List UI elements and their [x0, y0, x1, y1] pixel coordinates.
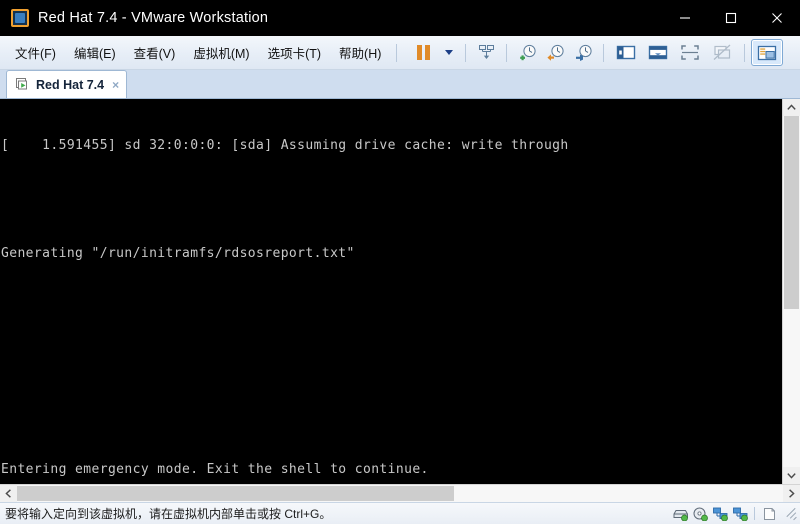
vm-running-icon	[15, 77, 30, 92]
unity-mode-button[interactable]	[706, 39, 738, 66]
hard-disk-icon	[673, 509, 688, 521]
minimize-button[interactable]	[662, 0, 708, 36]
menu-tabs[interactable]: 选项卡(T)	[259, 39, 330, 66]
suspend-button[interactable]	[407, 39, 439, 66]
maximize-button[interactable]	[708, 0, 754, 36]
menu-edit[interactable]: 编辑(E)	[65, 39, 125, 66]
close-button[interactable]	[754, 0, 800, 36]
send-ctrl-alt-del-button[interactable]	[472, 39, 500, 66]
snapshot-manager-icon	[575, 44, 592, 61]
status-message: 要将输入定向到该虚拟机，请在虚拟机内部单击或按 Ctrl+G。	[5, 507, 332, 521]
send-keys-icon	[478, 45, 494, 59]
vertical-scrollbar[interactable]	[782, 99, 800, 484]
minimize-icon	[680, 17, 690, 19]
show-thumbnails-button[interactable]	[642, 39, 674, 66]
scroll-up-button[interactable]	[783, 99, 800, 116]
menu-help[interactable]: 帮助(H)	[330, 39, 390, 66]
snapshot-manager-button[interactable]	[569, 39, 597, 66]
menu-vm[interactable]: 虚拟机(M)	[184, 39, 258, 66]
toolbar-separator	[506, 43, 508, 62]
toolbar-separator	[396, 43, 398, 62]
scroll-down-button[interactable]	[783, 467, 800, 484]
console-view-button[interactable]	[751, 39, 784, 66]
horizontal-scroll-thumb[interactable]	[17, 486, 454, 501]
take-snapshot-button[interactable]	[513, 39, 541, 66]
toolbar-separator	[744, 43, 746, 62]
show-library-button[interactable]	[610, 39, 642, 66]
snapshot-add-icon	[520, 44, 536, 61]
pause-icon	[416, 45, 430, 60]
power-dropdown-button[interactable]	[439, 39, 459, 66]
show-library-icon	[617, 45, 636, 60]
title-bar: Red Hat 7.4 - VMware Workstation	[0, 0, 800, 36]
maximize-icon	[725, 12, 737, 24]
scroll-right-button[interactable]	[783, 485, 800, 502]
scroll-left-icon	[5, 489, 11, 498]
unity-mode-icon	[713, 44, 731, 60]
window-title: Red Hat 7.4 - VMware Workstation	[38, 10, 269, 26]
vertical-scroll-track[interactable]	[783, 116, 800, 467]
status-separator	[754, 507, 755, 520]
status-hard-disk-icon[interactable]	[670, 505, 690, 522]
snapshot-revert-icon	[547, 44, 564, 61]
close-icon	[772, 13, 782, 23]
toolbar-separator	[465, 43, 467, 62]
tab-label: Red Hat 7.4	[36, 77, 105, 92]
chevron-down-icon	[445, 50, 454, 55]
status-network-adapter-2-icon[interactable]	[730, 505, 750, 522]
tab-close-button[interactable]: ×	[112, 79, 119, 91]
fullscreen-button[interactable]	[674, 39, 706, 66]
fullscreen-icon	[681, 45, 700, 60]
menu-view[interactable]: 查看(V)	[125, 39, 185, 66]
vertical-scroll-thumb[interactable]	[784, 116, 799, 310]
horizontal-scroll-track[interactable]	[17, 485, 783, 502]
network-adapter-icon	[712, 507, 728, 521]
console-line: Entering emergency mode. Exit the shell …	[1, 462, 429, 477]
scroll-left-button[interactable]	[0, 485, 17, 502]
status-usb-icon[interactable]	[759, 505, 779, 522]
vm-console-screen[interactable]: [ 1.591455] sd 32:0:0:0: [sda] Assuming …	[0, 99, 782, 484]
console-line: Generating "/run/initramfs/rdsosreport.t…	[1, 246, 355, 261]
status-network-adapter-icon[interactable]	[710, 505, 730, 522]
console-line: [ 1.591455] sd 32:0:0:0: [sda] Assuming …	[1, 138, 569, 153]
status-bar: 要将输入定向到该虚拟机，请在虚拟机内部单击或按 Ctrl+G。	[0, 502, 800, 524]
status-cd-dvd-icon[interactable]	[690, 505, 710, 522]
menu-bar: 文件(F) 编辑(E) 查看(V) 虚拟机(M) 选项卡(T) 帮助(H)	[0, 36, 800, 70]
toolbar-separator	[603, 43, 605, 62]
tab-bar: Red Hat 7.4 ×	[0, 70, 800, 99]
main-toolbar	[407, 39, 784, 66]
resize-grip[interactable]	[783, 507, 797, 521]
vm-console-area: [ 1.591455] sd 32:0:0:0: [sda] Assuming …	[0, 99, 800, 484]
horizontal-scrollbar[interactable]	[0, 484, 800, 502]
scroll-up-icon	[787, 104, 796, 110]
vmware-workstation-window: Red Hat 7.4 - VMware Workstation 文件(F) 编…	[0, 0, 800, 524]
scroll-down-icon	[787, 473, 796, 479]
menu-file[interactable]: 文件(F)	[6, 39, 65, 66]
network-adapter-icon	[732, 507, 748, 521]
vmware-vm-icon	[11, 9, 29, 27]
show-thumbnails-icon	[649, 45, 668, 60]
tab-red-hat-74[interactable]: Red Hat 7.4 ×	[6, 70, 128, 98]
cd-dvd-icon	[693, 507, 708, 521]
console-view-icon	[758, 45, 777, 60]
window-controls	[662, 0, 800, 36]
revert-snapshot-button[interactable]	[541, 39, 569, 66]
usb-device-icon	[763, 507, 775, 520]
status-device-icons	[670, 503, 800, 524]
scroll-right-icon	[789, 489, 795, 498]
